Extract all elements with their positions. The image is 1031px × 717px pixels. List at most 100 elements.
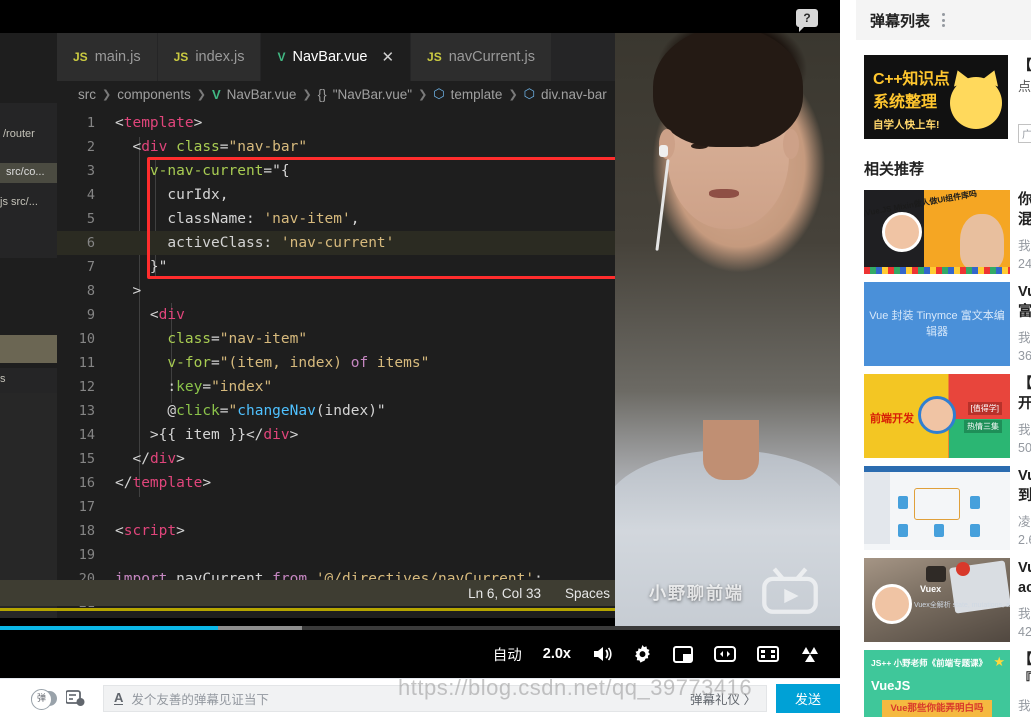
danmaku-toggle[interactable] [31,688,57,710]
volume-icon[interactable] [592,645,612,663]
gear-icon[interactable] [633,644,652,664]
video-title[interactable]: Vu [1018,466,1031,486]
ad-line1: C++知识点 [873,71,950,88]
fullscreen-icon[interactable] [757,646,779,662]
breadcrumb-item-symbol[interactable]: "NavBar.vue" [333,87,412,102]
tab-index-js[interactable]: JS index.js [157,33,262,81]
danmaku-settings-icon[interactable] [65,689,85,707]
video-thumbnail[interactable]: ★ JS++ 小野老师《前端专题课》 VueJS Vue那些你能弄明白吗 [864,650,1010,717]
danmaku-send-button[interactable]: 发送 [776,683,840,713]
thumb-caption-2: VueJS [871,678,911,693]
tab-main-js[interactable]: JS main.js [57,33,158,81]
video-uploader[interactable]: 我 [1018,695,1031,714]
ad-line2: 系统整理 [873,94,938,111]
line-number: 14 [78,427,95,443]
video-title[interactable]: Vu [1018,558,1031,578]
video-title-line2[interactable]: 富 [1018,302,1031,322]
danmaku-etiquette-link[interactable]: 弹幕礼仪 〉 [690,689,756,708]
video-title-line2[interactable]: 开 [1018,394,1031,414]
video-title-line2[interactable]: 混 [1018,210,1031,230]
speaker-webcam: 小野聊前端 [615,33,840,630]
ad-subtitle: 点 [1018,79,1031,94]
video-title[interactable]: 你 [1018,190,1031,210]
indentation-label[interactable]: Spaces [565,586,610,601]
star-icon: ★ [993,654,1005,669]
line-number: 6 [86,235,95,251]
video-title[interactable]: 【 [1018,650,1031,670]
page-root: ? /router src/co... js src/... ↻ ❏ [0,0,1031,717]
video-views: 42 [1018,625,1031,639]
video-stage[interactable]: ? /router src/co... js src/... ↻ ❏ [0,0,840,630]
thumb-band: Vue那些你能弄明白吗 [882,700,992,717]
list-item[interactable]: ★ JS++ 小野老师《前端专题课》 VueJS Vue那些你能弄明白吗 【 『… [864,650,1031,717]
ad-thumbnail[interactable]: C++知识点 系统整理 自学人快上车! [864,55,1008,139]
tab-navbar-vue[interactable]: V NavBar.vue ✕ [261,33,412,81]
list-item[interactable]: Vue 封装 Tinymce 富文本编辑器 Vu 富 我 36 [864,282,1031,374]
video-thumbnail[interactable]: Vuex Vuex全解析 state, mutations, actions, … [864,558,1010,642]
line-number: 3 [86,163,95,179]
ad-line3: 自学人快上车! [873,119,940,131]
video-views: 36 [1018,349,1031,363]
breadcrumb-item-navbar[interactable]: NavBar.vue [227,87,297,102]
line-number: 16 [78,475,95,491]
line-number: 19 [78,547,95,563]
picture-in-picture-icon[interactable] [673,645,693,663]
video-title-line2[interactable]: ac [1018,578,1031,598]
line-number: 22 [57,615,115,618]
video-thumbnail[interactable] [864,466,1010,550]
video-uploader[interactable]: 我 [1018,327,1031,346]
close-icon[interactable]: ✕ [381,48,394,66]
list-item[interactable]: Vuex Vuex全解析 state, mutations, actions, … [864,558,1031,650]
video-title-line2[interactable]: 『 [1018,670,1031,690]
recommendations-title: 相关推荐 [864,161,925,178]
list-item[interactable]: Vu 到 凌 2.6 [864,466,1031,558]
video-meta: Vu ac 我 42 [1018,558,1031,639]
tab-label: NavBar.vue [292,49,368,65]
danmaku-list-title: 弹幕列表 [870,12,931,30]
video-uploader[interactable]: 我 [1018,235,1031,254]
sliver-path-src: js src/... [0,196,38,208]
video-uploader[interactable]: 我 [1018,419,1031,438]
video-title[interactable]: 【 [1018,374,1031,394]
video-title[interactable]: Vu [1018,282,1031,302]
vue-icon: V [277,50,286,64]
tab-label: navCurrent.js [448,49,535,65]
line-number: 12 [78,379,95,395]
video-thumbnail[interactable]: Vue 封装 Tinymce 富文本编辑器 [864,282,1010,366]
thumb-caption: Vue 封装 Tinymce 富文本编辑器 [864,282,1010,366]
video-uploader[interactable]: 我 [1018,603,1031,622]
video-uploader[interactable]: 凌 [1018,511,1031,530]
danmaku-density-icon[interactable] [800,645,820,663]
danmaku-style-icon[interactable]: A [114,691,124,705]
cube-icon: ⬡ [523,86,536,101]
thumb-caption: Vuex全解析 state, mutations, actions, modul… [914,602,1010,609]
cursor-position[interactable]: Ln 6, Col 33 [468,586,541,601]
js-icon: JS [73,50,88,64]
video-title-line2[interactable]: 到 [1018,486,1031,506]
list-item[interactable]: 你知道怎么用Vue.JS Mixin做人做UI组件库吗 你 混 我 24 [864,190,1031,282]
breadcrumb-item-template[interactable]: template [451,87,503,102]
video-thumbnail[interactable]: 前端开发 [值得学] 热情三集 [864,374,1010,458]
chevron-right-icon: ❯ [508,88,518,101]
chevron-right-icon: ❯ [102,88,112,101]
help-bubble-icon[interactable]: ? [796,9,818,32]
kebab-menu-icon[interactable] [942,13,946,27]
video-thumbnail[interactable]: 你知道怎么用Vue.JS Mixin做人做UI组件库吗 [864,190,1010,274]
chevron-right-icon: ❯ [302,88,312,101]
quality-selector[interactable]: 自动 [493,644,522,665]
widescreen-icon[interactable] [714,646,736,662]
breadcrumb-item-src[interactable]: src [78,87,96,102]
line-number: 2 [86,139,95,155]
video-views: 24 [1018,257,1031,271]
danmaku-input[interactable]: A 发个友善的弹幕见证当下 弹幕礼仪 〉 [103,684,767,712]
video-meta: 【 『 我 [1018,650,1031,714]
player-top-strip: ? [0,0,840,33]
ad-title[interactable]: 【 [1018,55,1031,75]
playback-speed-selector[interactable]: 2.0x [543,646,571,662]
breadcrumb-item-components[interactable]: components [117,87,191,102]
video-views: 2.6 [1018,533,1031,547]
list-item[interactable]: 前端开发 [值得学] 热情三集 【 开 我 50 [864,374,1031,466]
tab-navcurrent-js[interactable]: JS navCurrent.js [411,33,552,81]
breadcrumb-item-divnavbar[interactable]: div.nav-bar [541,87,607,102]
sliver-path-router: /router [3,128,35,140]
